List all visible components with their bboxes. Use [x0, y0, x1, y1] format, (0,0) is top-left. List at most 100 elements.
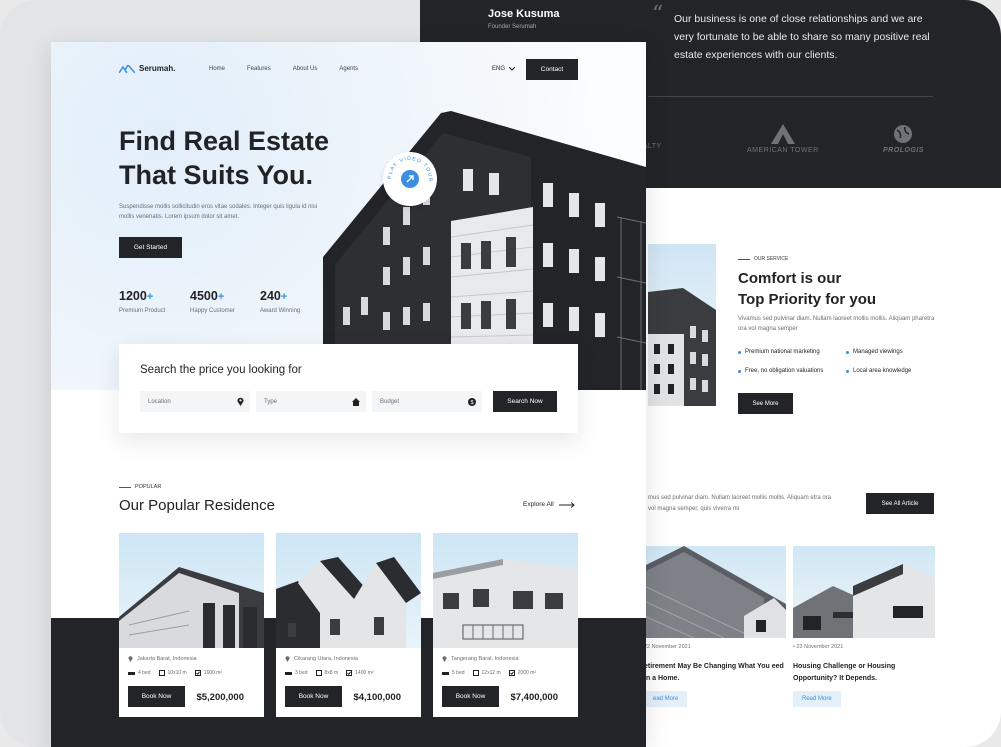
- blog-card[interactable]: • 23 November 2021 Housing Challenge or …: [793, 546, 935, 707]
- blog-title[interactable]: etirement May Be Changing What You eed i…: [644, 661, 786, 685]
- service-tag: OUR SERVICE: [738, 256, 788, 262]
- type-field[interactable]: Type: [256, 391, 366, 412]
- nav-link-agents[interactable]: Agents: [339, 66, 358, 72]
- brand-logo[interactable]: Serumah.: [119, 64, 175, 73]
- property-location: Tangerang Barat, Indonesia: [442, 655, 519, 662]
- blog-date: • 23 November 2021: [793, 644, 844, 650]
- get-started-button[interactable]: Get Started: [119, 237, 182, 258]
- blog-image: [793, 546, 935, 638]
- search-title: Search the price you looking for: [140, 364, 302, 376]
- tower-logo-icon: [770, 124, 795, 144]
- partner-logo-american-tower: AMERICAN TOWER: [747, 124, 819, 154]
- area-icon: [346, 670, 353, 676]
- svg-text:$: $: [470, 400, 473, 406]
- white-building-photo: [433, 559, 578, 648]
- property-specs: 5 bed 12x12 m 2000 m²: [442, 670, 536, 676]
- hero-description: Suspendisse mollis sollicitudin eros vit…: [119, 204, 318, 220]
- language-selector[interactable]: ENG: [492, 66, 516, 72]
- bullet-icon: [846, 350, 849, 354]
- property-location: Jakarta Barat, Indonesia: [128, 655, 197, 662]
- read-more-button[interactable]: Read More: [793, 691, 841, 707]
- service-feature: Premium national marketing: [738, 349, 820, 355]
- area-icon: [508, 670, 515, 676]
- property-card[interactable]: Jakarta Barat, Indonesia 4 bed 10x10 m 1…: [119, 533, 264, 717]
- service-feature: Free, no obligation valuations: [738, 368, 823, 374]
- blog-date: 22 November 2021: [644, 644, 691, 650]
- location-pin-icon: [237, 397, 244, 406]
- blog-image: [644, 546, 786, 638]
- hero-title: Find Real Estate That Suits You.: [119, 126, 330, 190]
- service-description: Vivamus sed pulvinar diam. Nullam laoree…: [738, 316, 935, 332]
- explore-all-link[interactable]: Explore All: [523, 501, 575, 508]
- nav-menu: Home Features About Us Agents: [209, 66, 358, 72]
- service-feature: Local area knowledge: [846, 368, 911, 374]
- partner-logo-prologis: PROLOGIS: [883, 124, 924, 154]
- blog-card[interactable]: 22 November 2021 etirement May Be Changi…: [644, 546, 786, 707]
- service-image: [648, 244, 716, 406]
- nav-link-home[interactable]: Home: [209, 66, 225, 72]
- house-photo: [644, 546, 786, 638]
- service-title: Comfort is our Top Priority for you: [738, 270, 877, 308]
- logo-icon: [119, 64, 135, 73]
- chevron-down-icon: [509, 67, 516, 71]
- stat-awards: 240+ Award Winning: [260, 289, 301, 314]
- popular-title: Our Popular Residence: [119, 497, 275, 514]
- book-now-button[interactable]: Book Now: [285, 686, 342, 707]
- dollar-coin-icon: $: [468, 397, 476, 406]
- location-pin-icon: [285, 656, 290, 662]
- location-field[interactable]: Location: [140, 391, 250, 412]
- nav-link-about[interactable]: About Us: [293, 66, 318, 72]
- brand-name: Serumah.: [139, 64, 176, 73]
- area-icon: [194, 670, 201, 676]
- property-image: [119, 533, 264, 648]
- testimonial-quote: Our business is one of close relationshi…: [674, 13, 930, 61]
- globe-logo-icon: [894, 125, 913, 143]
- property-price: $4,100,000: [353, 692, 401, 703]
- play-button[interactable]: [401, 170, 419, 188]
- testimonial-role: Founder Serumah: [488, 24, 537, 30]
- bullet-icon: [846, 369, 849, 373]
- main-page: Serumah. Home Features About Us Agents E…: [51, 42, 646, 747]
- bullet-icon: [738, 350, 741, 354]
- stat-customers: 4500+ Happy Customer: [190, 289, 236, 314]
- book-now-button[interactable]: Book Now: [442, 686, 499, 707]
- quote-icon: “: [652, 2, 664, 27]
- see-all-article-button[interactable]: See All Article: [866, 493, 934, 514]
- video-tour-badge[interactable]: PLAY VIDEO TOUR: [383, 152, 437, 206]
- divider: [648, 96, 933, 97]
- see-more-button[interactable]: See More: [738, 393, 793, 414]
- property-location: Cikarang Utara, Indonesia: [285, 655, 358, 662]
- property-card[interactable]: Tangerang Barat, Indonesia 5 bed 12x12 m…: [433, 533, 578, 717]
- popular-tag: POPULAR: [119, 484, 161, 490]
- building-photo: [648, 288, 716, 406]
- property-specs: 3 bed 8x8 m 1400 m²: [285, 670, 373, 676]
- read-more-button[interactable]: ead More: [644, 691, 688, 707]
- blog-title[interactable]: Housing Challenge or Housing Opportunity…: [793, 661, 935, 685]
- location-pin-icon: [128, 656, 133, 662]
- stat-premium: 1200+ Premium Product: [119, 289, 166, 314]
- arrow-up-right-icon: [406, 175, 414, 183]
- dimensions-icon: [158, 670, 165, 676]
- search-now-button[interactable]: Search Now: [493, 391, 557, 412]
- property-specs: 4 bed 10x10 m 1600 m²: [128, 670, 222, 676]
- house-photo: [793, 564, 935, 638]
- arrow-right-icon: [558, 501, 575, 508]
- bed-icon: [128, 671, 135, 675]
- blog-intro: mus sed pulvinar diam. Nullam laoreet mo…: [648, 495, 832, 512]
- property-price: $7,400,000: [510, 692, 558, 703]
- search-panel: Search the price you looking for Locatio…: [119, 344, 578, 433]
- home-icon: [352, 397, 360, 406]
- bed-icon: [285, 671, 292, 675]
- property-image: [433, 533, 578, 648]
- nav-link-features[interactable]: Features: [247, 66, 271, 72]
- book-now-button[interactable]: Book Now: [128, 686, 185, 707]
- testimonial-name: Jose Kusuma: [488, 8, 560, 20]
- property-price: $5,200,000: [196, 692, 244, 703]
- dimensions-icon: [315, 670, 322, 676]
- contact-button[interactable]: Contact: [526, 59, 578, 80]
- property-image: [276, 533, 421, 648]
- modern-house-photo: [119, 567, 264, 648]
- property-card[interactable]: Cikarang Utara, Indonesia 3 bed 8x8 m 14…: [276, 533, 421, 717]
- budget-field[interactable]: Budget $: [372, 391, 482, 412]
- dimensions-icon: [472, 670, 479, 676]
